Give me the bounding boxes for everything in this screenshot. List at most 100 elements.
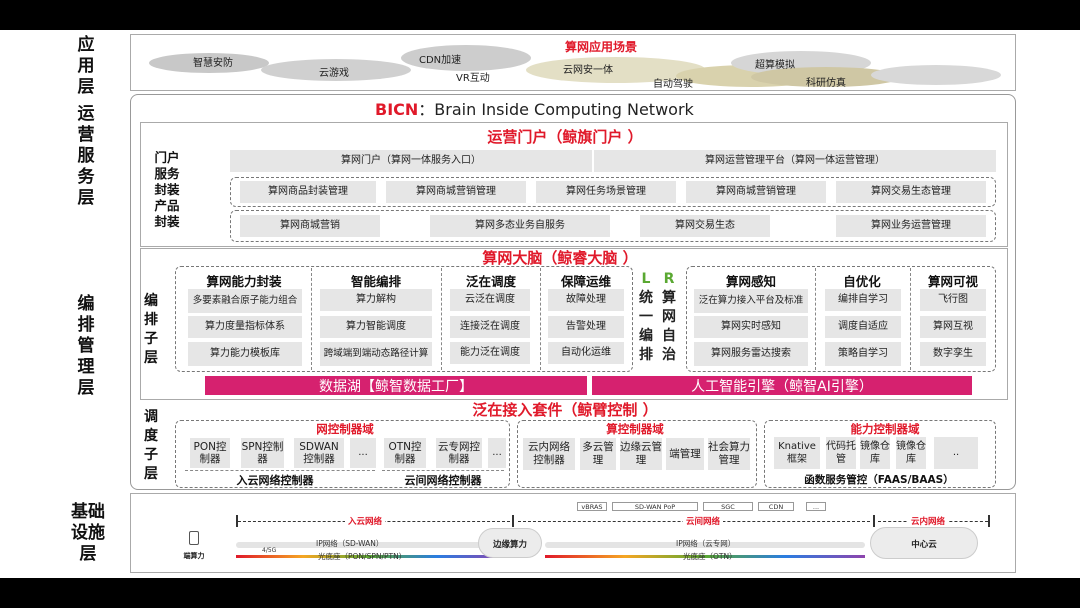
bottom-black-bar: [0, 578, 1080, 608]
net-domain-item: 云专网控制器: [436, 438, 482, 468]
portal-row3-item: 算网多态业务自服务: [430, 215, 610, 237]
portal-side-label-1: 门户服务: [154, 150, 180, 181]
capability-domain-title: 能力控制器域: [850, 422, 920, 436]
portal-row3-item: 算网商城营销: [240, 215, 380, 237]
portal-row3-item: 算网业务运营管理: [836, 215, 986, 237]
net-domain-label-between: 云间网络控制器: [404, 474, 482, 487]
portal-row2-item: 算网任务场景管理: [536, 181, 676, 203]
portal-row2-item: 算网商城营销管理: [386, 181, 526, 203]
app-scene-item: 智慧安防: [193, 58, 233, 69]
app-scene-title: 算网应用场景: [564, 40, 637, 54]
brain-col-title: 保障运维: [560, 274, 611, 289]
app-scene-item: 云网安一体: [563, 65, 613, 76]
app-scene-item: 云游戏: [319, 68, 349, 79]
capability-domain-item: 镜像仓库: [860, 437, 890, 469]
seg-label-inner: 云内网络: [908, 515, 949, 527]
r-text: 算网自治: [662, 290, 676, 363]
app-scene-item: 科研仿真: [806, 78, 846, 89]
brain-title: 算网大脑（鲸睿大脑 ）: [482, 249, 638, 267]
brain-col-title: 智能编排: [350, 274, 401, 289]
brain-col-item: 算网实时感知: [694, 316, 808, 338]
tick: [988, 515, 990, 527]
infra-tag: SGC: [703, 502, 753, 511]
brain-col-item: 算力智能调度: [320, 316, 432, 338]
compute-domain-item: 社会算力管理: [708, 438, 750, 470]
top-black-bar: [0, 0, 1080, 30]
access-title: 泛在接入套件（鲸臂控制 ）: [472, 401, 658, 419]
brain-col-item: 算力解构: [320, 289, 432, 311]
edge-label: 边缘算力: [492, 540, 527, 550]
capability-domain-footer: 函数服务管控（FAAS/BAAS）: [804, 474, 954, 486]
portal-row2-item: 算网商品封装管理: [240, 181, 376, 203]
access-sub-layer-label: 调度子层: [144, 409, 158, 482]
brain-col-item: 算网互视: [920, 316, 986, 338]
g45-label: 4/5G: [262, 547, 277, 554]
app-scene-item: VR互动: [456, 73, 490, 84]
l-column: L 统一编排: [636, 270, 656, 365]
capability-domain-item: Knative框架: [774, 437, 820, 469]
app-scene-item: CDN加速: [419, 55, 462, 66]
app-scene-item: 超算模拟: [755, 60, 795, 71]
capability-domain-item: 代码托管: [826, 437, 856, 469]
brain-col-item: 告警处理: [548, 316, 624, 338]
ip-label-in: IP网络（SD-WAN）: [316, 539, 384, 548]
brain-col-title: 算网能力封装: [206, 274, 282, 289]
compute-domain-item: 边缘云管理: [620, 438, 662, 470]
portal-title: 运营门户（鲸旗门户 ）: [487, 128, 643, 146]
net-domain-item: OTN控制器: [384, 438, 426, 468]
infra-tag: SD-WAN PoP: [612, 502, 698, 511]
compute-domain-item: 多云管理: [580, 438, 616, 470]
layer-label-orch: 编排管理层: [77, 294, 95, 398]
brain-col-item: 能力泛在调度: [450, 342, 530, 364]
divider: [540, 268, 541, 370]
compute-domain-item: 端管理: [666, 438, 704, 470]
brain-col-item: 算力度量指标体系: [188, 316, 302, 338]
cloud-shape: [871, 65, 1001, 85]
capability-domain-item: ..: [934, 437, 978, 469]
divider: [815, 268, 816, 370]
r-letter: R: [663, 271, 675, 287]
brain-col-item: 云泛在调度: [450, 289, 530, 311]
layer-label-app: 应用层: [77, 35, 95, 97]
layer-label-ops: 运营服务层: [77, 104, 95, 208]
seg-label-in: 入云网络: [345, 515, 386, 527]
portal-side-label-2: 封装产品封装: [154, 182, 180, 229]
r-column: R 算网自治: [659, 270, 679, 365]
center-cloud-label: 中心云: [911, 540, 937, 550]
brain-sub-layer-label: 编排子层: [144, 293, 158, 366]
tick: [236, 515, 238, 527]
brain-col-item: 自动化运维: [548, 342, 624, 364]
device-icon: [189, 531, 199, 545]
brain-col-item: 连接泛在调度: [450, 316, 530, 338]
tick: [873, 515, 875, 527]
capability-domain-item: 镜像仓库: [896, 437, 926, 469]
portal-row2-item: 算网交易生态管理: [836, 181, 986, 203]
brain-col-title: 自优化: [843, 274, 881, 289]
brain-col-item: 泛在算力接入平台及标准: [694, 289, 808, 313]
datalake-bar: 数据湖【鲸智数据工厂】: [205, 376, 587, 395]
bicn-full: ：Brain Inside Computing Network: [418, 100, 694, 119]
divider: [910, 268, 911, 370]
net-domain-item: SPN控制器: [241, 438, 284, 468]
bicn-abbr: BICN: [375, 100, 419, 119]
infra-tag: ...: [806, 502, 826, 511]
portal-ops-platform-box: 算网运营管理平台（算网一体运营管理）: [594, 150, 996, 172]
diagram-canvas: 应用层 运营服务层 编排管理层 基础设施层 算网应用场景 智慧安防 CDN加速 …: [0, 0, 1080, 608]
brain-col-item: 跨域端到端动态路径计算: [320, 342, 432, 366]
seg-label-inner-text: 云内网络: [911, 517, 946, 527]
portal-entry-box: 算网门户（算网一体服务入口）: [230, 150, 592, 172]
brain-col-title: 泛在调度: [465, 274, 516, 289]
l-letter: L: [641, 271, 651, 287]
infra-tag: vBRAS: [577, 502, 607, 511]
layer-label-infra: 基础设施层: [71, 502, 105, 564]
net-domain-item: SDWAN控制器: [294, 438, 344, 468]
brain-col-title: 算网可视: [927, 274, 978, 289]
l-text: 统一编排: [639, 290, 653, 363]
ai-engine-bar: 人工智能引擎（鲸智AI引擎）: [592, 376, 972, 395]
net-domain-title: 网控制器域: [316, 422, 374, 436]
net-domain-item: PON控制器: [190, 438, 230, 468]
app-scene-item: 自动驾驶: [653, 79, 693, 90]
brain-col-item: 策略自学习: [825, 342, 901, 366]
ip-label-between: IP网络（云专网）: [676, 539, 736, 548]
brain-col-item: 飞行图: [920, 289, 986, 311]
